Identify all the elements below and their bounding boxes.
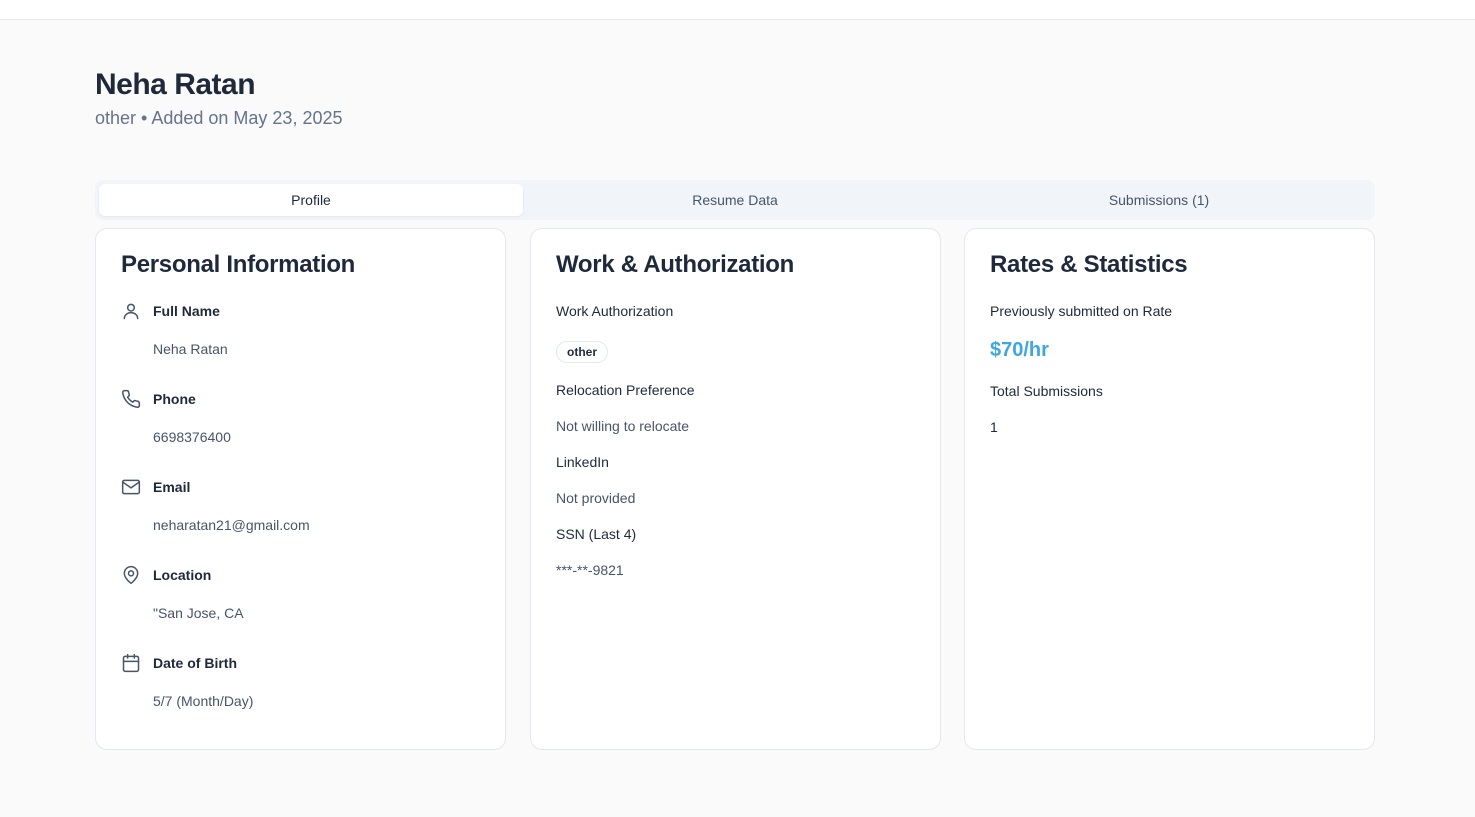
ssn-value: ***-**-9821 — [556, 562, 624, 578]
personal-information-card: Personal Information Full Name Neha Rata… — [95, 228, 506, 750]
relocation-value: Not willing to relocate — [556, 418, 690, 434]
rate-label: Previously submitted on Rate — [990, 303, 1173, 319]
total-submissions-value: 1 — [990, 419, 998, 435]
phone-label: Phone — [153, 391, 196, 407]
tab-resume-data[interactable]: Resume Data — [523, 184, 947, 216]
rates-statistics-card: Rates & Statistics Previously submitted … — [964, 228, 1375, 750]
ssn-label: SSN (Last 4) — [556, 526, 637, 542]
tab-bar: Profile Resume Data Submissions (1) — [95, 180, 1375, 220]
date-of-birth-label: Date of Birth — [153, 655, 237, 671]
work-authorization-card: Work & Authorization Work Authorization … — [530, 228, 941, 750]
work-auth-label: Work Authorization — [556, 303, 674, 319]
candidate-header: Neha Ratan other • Added on May 23, 2025 — [95, 68, 342, 129]
top-nav-bar — [0, 0, 1475, 20]
field-date-of-birth: Date of Birth 5/7 (Month/Day) — [121, 653, 253, 709]
work-authorization-title: Work & Authorization — [556, 251, 794, 278]
relocation-label: Relocation Preference — [556, 382, 695, 398]
tab-submissions[interactable]: Submissions (1) — [947, 184, 1371, 216]
candidate-name: Neha Ratan — [95, 68, 256, 101]
user-icon — [121, 301, 141, 321]
location-label: Location — [153, 567, 212, 583]
candidate-subtitle: other • Added on May 23, 2025 — [95, 108, 343, 128]
work-auth-badge-wrap: other — [556, 341, 608, 363]
phone-value: 6698376400 — [153, 429, 231, 445]
tab-profile[interactable]: Profile — [99, 184, 523, 216]
field-location: Location "San Jose, CA — [121, 565, 244, 621]
full-name-label: Full Name — [153, 303, 220, 319]
location-value: "San Jose, CA — [153, 605, 244, 621]
email-value: neharatan21@gmail.com — [153, 517, 310, 533]
field-email: Email neharatan21@gmail.com — [121, 477, 310, 533]
work-auth-badge: other — [556, 341, 608, 363]
map-pin-icon — [121, 565, 141, 585]
total-submissions-label: Total Submissions — [990, 383, 1103, 399]
email-label: Email — [153, 479, 191, 495]
full-name-value: Neha Ratan — [153, 341, 228, 357]
field-full-name: Full Name Neha Ratan — [121, 301, 228, 357]
personal-information-title: Personal Information — [121, 251, 356, 278]
linkedin-value: Not provided — [556, 490, 636, 506]
phone-icon — [121, 389, 141, 409]
date-of-birth-value: 5/7 (Month/Day) — [153, 693, 254, 709]
calendar-icon — [121, 653, 141, 673]
field-phone: Phone 6698376400 — [121, 389, 231, 445]
mail-icon — [121, 477, 141, 497]
rate-value: $70/hr — [990, 339, 1049, 361]
linkedin-label: LinkedIn — [556, 454, 609, 470]
rates-statistics-title: Rates & Statistics — [990, 251, 1188, 278]
